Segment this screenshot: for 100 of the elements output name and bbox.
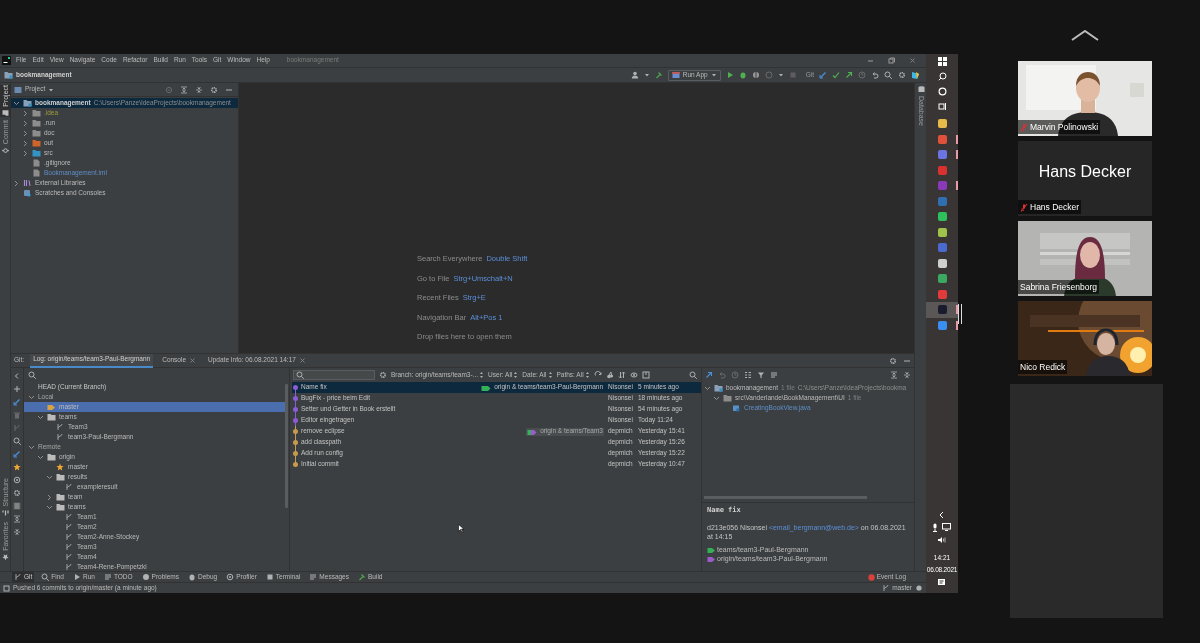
- circle-icon[interactable]: [937, 87, 947, 96]
- group-by-icon[interactable]: [13, 502, 21, 510]
- preview-icon[interactable]: [770, 371, 778, 379]
- search-icon[interactable]: [937, 72, 947, 81]
- taskbar-app[interactable]: [926, 302, 958, 318]
- git-status-icon[interactable]: [915, 584, 923, 592]
- push-arrow-icon[interactable]: [845, 71, 853, 79]
- undo-icon[interactable]: [871, 71, 879, 79]
- update-icon[interactable]: [819, 71, 827, 79]
- caret-icon[interactable]: [643, 72, 650, 78]
- debug-icon[interactable]: [738, 71, 747, 79]
- close-icon[interactable]: [909, 57, 916, 64]
- chevron-down-icon[interactable]: [28, 443, 35, 451]
- star-icon: [2, 554, 9, 561]
- speaker-icon[interactable]: [937, 536, 947, 544]
- chevron-down-icon[interactable]: [37, 413, 44, 421]
- participant-name: Marvin Polinowski: [1030, 120, 1099, 134]
- search-field[interactable]: [293, 370, 375, 380]
- branch-icon: [56, 423, 65, 431]
- chevron-down-icon[interactable]: [28, 393, 35, 401]
- chevron-down-icon[interactable]: [713, 394, 720, 402]
- group-by-icon[interactable]: [744, 371, 752, 379]
- status-window-icon[interactable]: [3, 584, 10, 592]
- restore-icon[interactable]: [888, 57, 895, 64]
- minimize-icon[interactable]: [867, 57, 874, 64]
- up-down-icon: [584, 371, 590, 379]
- filter-icon[interactable]: [757, 371, 765, 379]
- settings-icon[interactable]: [379, 371, 387, 379]
- collapse-all-icon[interactable]: [903, 371, 911, 379]
- coverage-icon[interactable]: [751, 71, 760, 79]
- notification-icon[interactable]: [937, 578, 947, 587]
- plus-icon[interactable]: [13, 385, 21, 393]
- expand-all-icon[interactable]: [890, 371, 898, 379]
- eye-icon[interactable]: [629, 371, 638, 379]
- monitor-icon[interactable]: [942, 523, 952, 531]
- microphone-icon[interactable]: [932, 523, 939, 532]
- database-icon: [917, 86, 925, 93]
- up-down-icon: [547, 371, 553, 379]
- close-icon[interactable]: [189, 357, 197, 364]
- star-icon: [56, 463, 65, 471]
- caret-icon[interactable]: [48, 86, 55, 93]
- chevron-up-icon[interactable]: [1071, 30, 1099, 41]
- task-view-icon[interactable]: [937, 102, 947, 111]
- update-icon[interactable]: [13, 450, 21, 458]
- chevron-down-icon[interactable]: [46, 473, 53, 481]
- windows-logo-icon[interactable]: [937, 57, 947, 66]
- chevron-down-icon[interactable]: [704, 384, 711, 392]
- user-icon[interactable]: [630, 71, 639, 79]
- diff-icon[interactable]: [641, 371, 650, 379]
- folder-icon: [723, 394, 732, 402]
- branch-icon: [65, 553, 74, 561]
- search-icon: [28, 370, 37, 380]
- run-icon[interactable]: [725, 71, 734, 79]
- branch-icon: [65, 543, 74, 551]
- folder-icon: [23, 99, 32, 107]
- commit-check-icon[interactable]: [832, 71, 840, 79]
- profiler-icon[interactable]: [764, 71, 773, 79]
- expand-all-icon[interactable]: [13, 515, 21, 523]
- circle-icon: [141, 573, 150, 581]
- app-window-icon: [671, 71, 680, 79]
- collapse-all-icon[interactable]: [13, 528, 21, 536]
- chevron-right-icon[interactable]: [22, 149, 29, 157]
- settings-icon[interactable]: [13, 489, 21, 497]
- list-icon: [103, 573, 112, 581]
- chevron-down-icon[interactable]: [46, 503, 53, 511]
- collapse-all-icon[interactable]: [195, 85, 203, 94]
- close-icon[interactable]: [298, 357, 306, 364]
- settings-icon[interactable]: [889, 356, 897, 365]
- history-icon[interactable]: [858, 71, 866, 79]
- branch-icon: [65, 483, 74, 491]
- up-down-icon: [479, 371, 485, 379]
- cherry-pick-icon[interactable]: [605, 371, 614, 379]
- chevron-down-icon[interactable]: [13, 99, 20, 107]
- fetch-icon[interactable]: [13, 398, 21, 406]
- ring-icon[interactable]: [13, 476, 21, 484]
- display-name: Hans Decker: [1038, 161, 1132, 182]
- chevron-right-icon[interactable]: [22, 129, 29, 137]
- structure-icon: [2, 509, 9, 517]
- trash-icon[interactable]: [13, 411, 21, 419]
- chevron-right-icon[interactable]: [22, 109, 29, 117]
- participant-name: Nico Redick: [1020, 360, 1066, 374]
- toolbox-icon[interactable]: [911, 70, 920, 80]
- settings-icon[interactable]: [898, 71, 906, 79]
- folder-icon: [2, 109, 9, 117]
- expand-all-icon[interactable]: [180, 85, 188, 94]
- settings-icon[interactable]: [210, 85, 218, 94]
- chevron-down-icon[interactable]: [37, 453, 44, 461]
- chevron-right-icon[interactable]: [22, 139, 29, 147]
- diff-arrow-icon[interactable]: [705, 371, 713, 379]
- chevron-right-icon[interactable]: [46, 493, 53, 501]
- history-icon[interactable]: [731, 371, 739, 379]
- caret-icon[interactable]: [777, 72, 784, 78]
- hammer-icon[interactable]: [654, 71, 663, 79]
- folder-icon: [47, 453, 56, 461]
- chevron-right-icon[interactable]: [22, 119, 29, 127]
- chevron-right-icon[interactable]: [13, 179, 20, 187]
- chevron-left-icon[interactable]: [938, 511, 946, 519]
- star-icon[interactable]: [13, 463, 21, 471]
- sort-icon[interactable]: [617, 371, 626, 379]
- resize-handle[interactable]: [958, 303, 962, 324]
